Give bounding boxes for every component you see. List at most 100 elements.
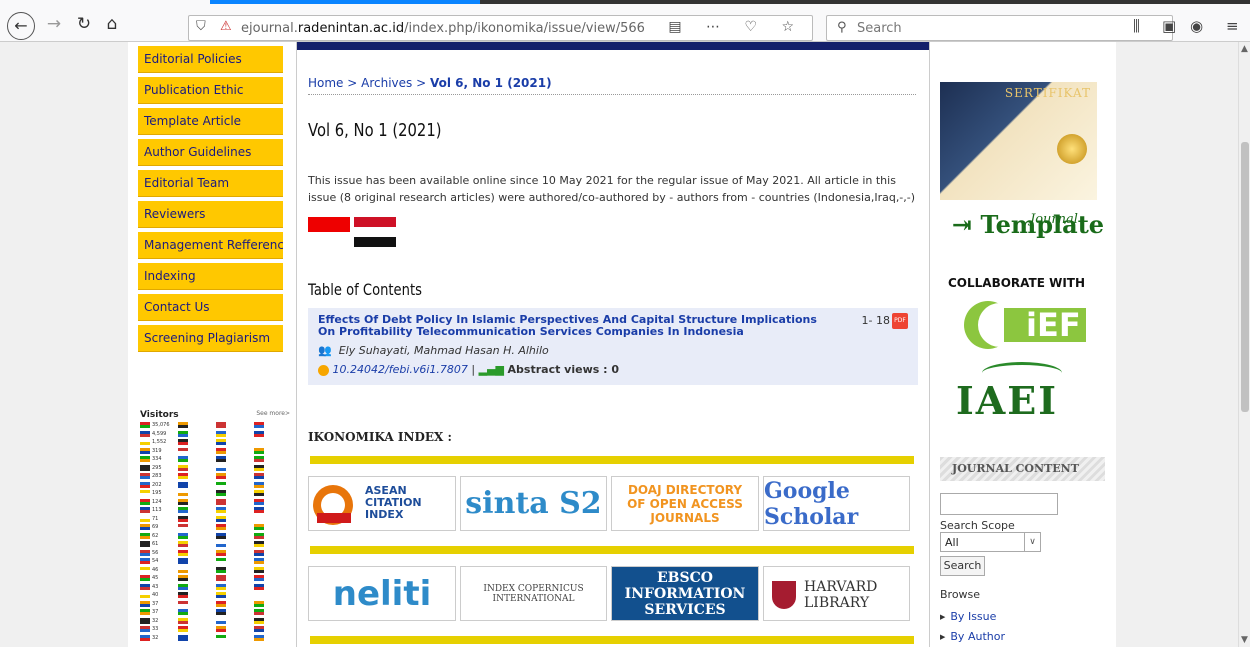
visitor-flag-icon (216, 464, 226, 471)
logo-doaj[interactable]: DOAJ DIRECTORY OF OPEN ACCESS JOURNALS (611, 476, 759, 531)
home-icon[interactable]: ⌂ (100, 12, 124, 36)
menu-author-guidelines[interactable]: Author Guidelines (138, 139, 283, 166)
logo-neliti[interactable]: neliti (308, 566, 456, 621)
visitor-flag-icon (140, 498, 150, 505)
url-bar[interactable]: ⛉ ⚠ ejournal.radenintan.ac.id/index.php/… (188, 15, 813, 41)
visitor-flag-icon (254, 422, 264, 428)
visitor-count: 195 (152, 490, 162, 496)
menu-editorial-team[interactable]: Editorial Team (138, 170, 283, 197)
menu-screening-plagiarism[interactable]: Screening Plagiarism (138, 325, 283, 352)
indonesia-flag-icon (308, 217, 350, 247)
scroll-down-icon[interactable]: ▼ (1241, 635, 1248, 645)
visitor-flag-icon (254, 566, 264, 573)
visitor-flag-icon (140, 600, 150, 607)
visitor-count: 283 (152, 473, 162, 479)
insecure-lock-icon[interactable]: ⚠ (220, 19, 232, 34)
library-icon[interactable]: ⫼ (1133, 17, 1140, 35)
menu-template-article[interactable]: Template Article (138, 108, 283, 135)
authors-text: Ely Suhayati, Mahmad Hasan H. Alhilo (338, 344, 549, 357)
menu-icon[interactable]: ≡ (1226, 17, 1239, 35)
visitor-count: 124 (152, 498, 162, 505)
menu-editorial-policies[interactable]: Editorial Policies (138, 46, 283, 73)
visitor-flag-icon (254, 490, 264, 496)
reload-icon[interactable]: ↻ (72, 12, 96, 36)
iraq-flag-icon (353, 217, 396, 247)
pdf-icon[interactable]: PDF (892, 313, 908, 329)
browse-by-issue-link[interactable]: By Issue (940, 610, 996, 623)
account-icon[interactable]: ◉ (1190, 17, 1203, 35)
certificate-title: SERTIFIKAT (1004, 86, 1091, 100)
visitor-flag-icon (216, 626, 226, 632)
visitor-count: 202 (152, 481, 162, 488)
logo-harvard-library[interactable]: HARVARD LIBRARY (763, 566, 910, 621)
visitor-flag-icon (140, 566, 150, 573)
browse-by-author-link[interactable]: By Author (940, 630, 1005, 643)
menu-publication-ethic[interactable]: Publication Ethic (138, 77, 283, 104)
visitor-flag-icon (254, 464, 264, 471)
ief-text: iEF (1026, 306, 1081, 344)
visitor-flag-icon (254, 549, 264, 556)
journal-template-logo[interactable]: ⇥ Template (952, 210, 1104, 239)
logo-sinta[interactable]: sinta S2 (460, 476, 607, 531)
visitor-flag-icon (140, 558, 150, 564)
shield-icon[interactable]: ⛉ (196, 19, 206, 34)
visitor-flag-icon (140, 430, 150, 437)
chevron-down-icon[interactable]: ∨ (1024, 533, 1040, 551)
visitor-flag-icon (254, 575, 264, 581)
top-navigation-bar[interactable] (296, 42, 930, 50)
visitors-widget[interactable]: Visitors See more> 35,076 4,599 1,552 319 33… (140, 410, 290, 647)
visitor-count: 40 (152, 592, 159, 598)
menu-contact-us[interactable]: Contact Us (138, 294, 283, 321)
visitor-flag-icon (178, 464, 188, 471)
visitor-flag-icon (140, 473, 150, 479)
search-button[interactable]: Search (940, 556, 985, 576)
article-title-link[interactable]: Effects Of Debt Policy In Islamic Perspe… (318, 314, 818, 338)
logo-index-copernicus[interactable]: INDEX COPERNICUS INTERNATIONAL (460, 566, 607, 621)
doi-link[interactable]: 10.24042/febi.v6i1.7807 (333, 363, 468, 376)
visitor-flag-icon (254, 609, 264, 615)
breadcrumb-current[interactable]: Vol 6, No 1 (2021) (430, 76, 552, 90)
issue-title: Vol 6, No 1 (2021) (308, 120, 442, 141)
certificate-image[interactable]: SERTIFIKAT (940, 82, 1097, 200)
iaei-logo[interactable]: IAEI (948, 360, 1098, 423)
back-icon[interactable]: ← (7, 12, 35, 40)
search-scope-select[interactable]: All ∨ (940, 532, 1041, 552)
visitor-flag-icon (254, 439, 264, 445)
abstract-views: Abstract views : 0 (507, 363, 620, 376)
visitor-flag-icon (216, 549, 226, 556)
visitor-flag-icon (178, 558, 188, 564)
logo-google-scholar[interactable]: Google Scholar (763, 476, 910, 531)
breadcrumb-archives[interactable]: Archives (361, 76, 412, 90)
logo-asean-citation-index[interactable]: ASEAN CITATION INDEX (308, 476, 456, 531)
journal-search-input[interactable] (940, 493, 1058, 515)
visitors-see-more[interactable]: See more> (256, 410, 290, 417)
visitor-flag-icon (216, 507, 226, 513)
sidebar-icon[interactable]: ▣ (1162, 17, 1176, 35)
visitor-flag-icon (140, 617, 150, 624)
visitor-flag-icon (140, 515, 150, 522)
page-scrollbar[interactable]: ▲ ▼ (1238, 42, 1250, 647)
scroll-thumb[interactable] (1241, 142, 1249, 412)
menu-indexing[interactable]: Indexing (138, 263, 283, 290)
breadcrumb-home[interactable]: Home (308, 76, 343, 90)
visitor-flag-icon (254, 592, 264, 598)
menu-reviewers[interactable]: Reviewers (138, 201, 283, 228)
visitor-flag-icon (140, 481, 150, 488)
visitor-flag-icon (140, 524, 150, 530)
search-bar[interactable]: ⚲ Search (826, 15, 1173, 41)
visitor-flag-icon (140, 575, 150, 581)
article-authors: 👥 Ely Suhayati, Mahmad Hasan H. Alhilo (318, 344, 908, 357)
visitor-flag-icon (216, 447, 226, 454)
url-text[interactable]: ejournal.radenintan.ac.id/index.php/ikon… (241, 21, 645, 36)
visitor-count: 37 (152, 609, 159, 615)
logo-ebsco[interactable]: EBSCO INFORMATION SERVICES (611, 566, 759, 621)
copernicus-logo-text: INDEX COPERNICUS INTERNATIONAL (483, 583, 584, 604)
menu-management-refference[interactable]: Management Refference (138, 232, 283, 259)
journal-template-text: Template (980, 210, 1105, 239)
page-actions-icons[interactable]: ▤ ⋯ ♡ ☆ (668, 19, 804, 35)
forward-icon[interactable]: → (42, 12, 66, 36)
visitor-flag-icon (140, 532, 150, 539)
visitor-flag-icon (216, 439, 226, 445)
ief-logo[interactable]: iEF (948, 300, 1098, 350)
scroll-up-icon[interactable]: ▲ (1241, 44, 1248, 54)
